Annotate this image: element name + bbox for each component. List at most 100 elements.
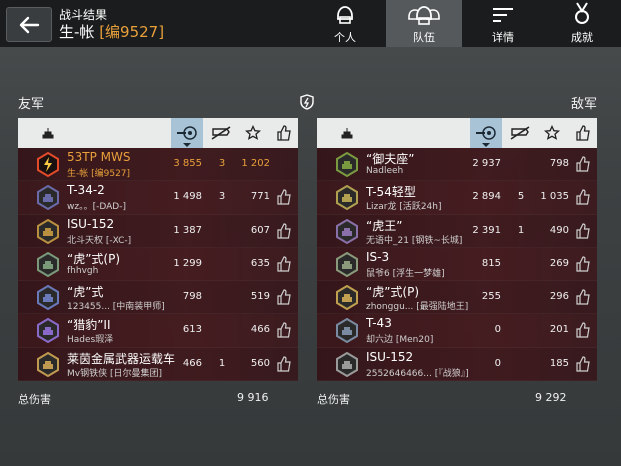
- player-row: 53TP MWS 生-帐 [编9527] 3 855 3 1 202: [18, 148, 298, 182]
- star-icon: [245, 125, 261, 140]
- kills-value: 1: [517, 224, 525, 236]
- tank-name: IS-3: [366, 249, 390, 264]
- player-row: T-34-2 wz。。[-DAD-] 1 498 3 771: [18, 181, 298, 215]
- team-helmet-icon: [408, 6, 440, 25]
- tank-class-icon: [335, 318, 359, 344]
- enemies-rows: “御夫座” Nadleeh 2 937 798 T-54轻型 Lizar龙 [活…: [317, 148, 597, 382]
- tank-class-icon: [36, 151, 60, 178]
- like-column-button[interactable]: [272, 118, 296, 148]
- thumbs-up-icon: [576, 125, 590, 141]
- like-button[interactable]: [575, 322, 591, 342]
- tab-details[interactable]: 详情: [465, 0, 541, 47]
- score-value: 1 035: [540, 191, 569, 203]
- like-button[interactable]: [276, 356, 292, 376]
- damage-value: 1 299: [173, 257, 202, 269]
- player-row: ISU-152 北斗天权 [-XC-] 1 387 607: [18, 214, 298, 248]
- score-column-button[interactable]: [539, 118, 565, 148]
- tab-personal[interactable]: 个人: [307, 0, 383, 47]
- thumbs-up-icon: [576, 189, 590, 205]
- tab-team-label: 队伍: [413, 31, 435, 44]
- like-button[interactable]: [575, 156, 591, 176]
- player-name: 北斗天权 [-XC-]: [67, 235, 132, 246]
- tank-class-icon: [335, 285, 359, 311]
- like-button[interactable]: [575, 222, 591, 243]
- damage-icon: [177, 126, 197, 140]
- player-name: Hades瑕泽: [67, 335, 114, 346]
- player-row: “虎”式(P) fhhvgh 1 299 635: [18, 247, 298, 282]
- thumbs-up-icon: [277, 322, 291, 339]
- like-column-button[interactable]: [571, 118, 595, 148]
- tank-class-icon: [36, 251, 60, 278]
- player-clan-tag: [编9527]: [99, 23, 165, 41]
- like-button[interactable]: [575, 189, 591, 209]
- tank-class-icon: [335, 251, 359, 278]
- damage-value: 1 498: [173, 191, 202, 203]
- player-row: T-43 却六边 [Men20] 0 201: [317, 314, 597, 348]
- medal-icon: [575, 2, 589, 24]
- player-row: “虎”式 123455... [中南装甲师] 798 519: [18, 281, 298, 315]
- damage-value: 3 855: [173, 158, 202, 169]
- allies-rows: 53TP MWS 生-帐 [编9527] 3 855 3 1 202 T-34-…: [18, 148, 298, 382]
- star-icon: [544, 125, 560, 140]
- player-row: IS-3 鼠爷6 [浮生一梦雄] 815 269: [317, 247, 597, 282]
- tab-team[interactable]: 队伍: [386, 0, 462, 47]
- score-value: 798: [549, 158, 569, 169]
- tank-column-icon: [335, 118, 359, 148]
- like-button[interactable]: [575, 356, 591, 376]
- tab-details-label: 详情: [492, 31, 514, 44]
- kills-icon: [510, 126, 530, 140]
- like-button[interactable]: [276, 256, 292, 276]
- thumbs-up-icon: [277, 189, 291, 205]
- battle-mode-icon: [300, 94, 314, 114]
- thumbs-up-icon: [277, 289, 291, 305]
- score-column-button[interactable]: [240, 118, 266, 148]
- tank-class-icon: [335, 218, 359, 244]
- player-name: wz。。[-DAD-]: [67, 202, 126, 213]
- player-row: ISU-152 2552646466... [『战狼』] 0 185: [317, 347, 597, 382]
- player-name: Mv钢铁侠 [日尔曼集团]: [67, 368, 162, 379]
- tank-name: T-34-2: [67, 183, 105, 198]
- score-value: 1 202: [241, 158, 270, 169]
- score-value: 296: [549, 291, 569, 303]
- kills-icon: [211, 126, 231, 140]
- tank-class-icon: [335, 351, 359, 377]
- kills-column-button[interactable]: [207, 118, 235, 148]
- tank-class-icon: [335, 151, 359, 178]
- allies-header: [18, 118, 298, 148]
- damage-value: 2 894: [472, 191, 501, 203]
- like-button[interactable]: [276, 322, 292, 342]
- like-button[interactable]: [276, 289, 292, 309]
- tank-class-icon: [36, 351, 60, 377]
- enemies-total-label: 总伤害: [317, 393, 350, 406]
- tank-name: ISU-152: [366, 349, 414, 364]
- back-button[interactable]: [6, 7, 52, 42]
- damage-sort-button[interactable]: [171, 118, 203, 148]
- damage-value: 1 387: [173, 224, 202, 236]
- kills-column-button[interactable]: [506, 118, 534, 148]
- tank-class-icon: [36, 218, 60, 244]
- player-row: T-54轻型 Lizar龙 [活跃24h] 2 894 5 1 035: [317, 181, 597, 215]
- damage-value: 798: [182, 291, 202, 303]
- player-name: 123455... [中南装甲师]: [67, 302, 165, 313]
- damage-value: 0: [494, 357, 501, 369]
- damage-value: 613: [182, 324, 202, 336]
- thumbs-up-icon: [576, 222, 590, 239]
- like-button[interactable]: [575, 289, 591, 309]
- like-button[interactable]: [276, 189, 292, 209]
- sort-caret-icon: [482, 143, 490, 147]
- tab-personal-label: 个人: [334, 31, 356, 44]
- player-name: 生-帐: [59, 23, 95, 41]
- list-icon: [493, 8, 513, 22]
- like-button[interactable]: [575, 256, 591, 276]
- thumbs-up-icon: [576, 356, 590, 372]
- damage-sort-button[interactable]: [470, 118, 502, 148]
- tab-achievements[interactable]: 成就: [544, 0, 620, 47]
- like-button[interactable]: [276, 222, 292, 243]
- kills-value: 1: [218, 357, 226, 369]
- player-row: “虎”式(P) zhonggu... [最强陆地王] 255 296: [317, 281, 597, 315]
- score-value: 201: [549, 324, 569, 336]
- damage-value: 2 391: [472, 224, 501, 236]
- tank-name: “虎”式: [67, 285, 104, 300]
- score-value: 269: [549, 257, 569, 269]
- damage-value: 815: [481, 257, 501, 269]
